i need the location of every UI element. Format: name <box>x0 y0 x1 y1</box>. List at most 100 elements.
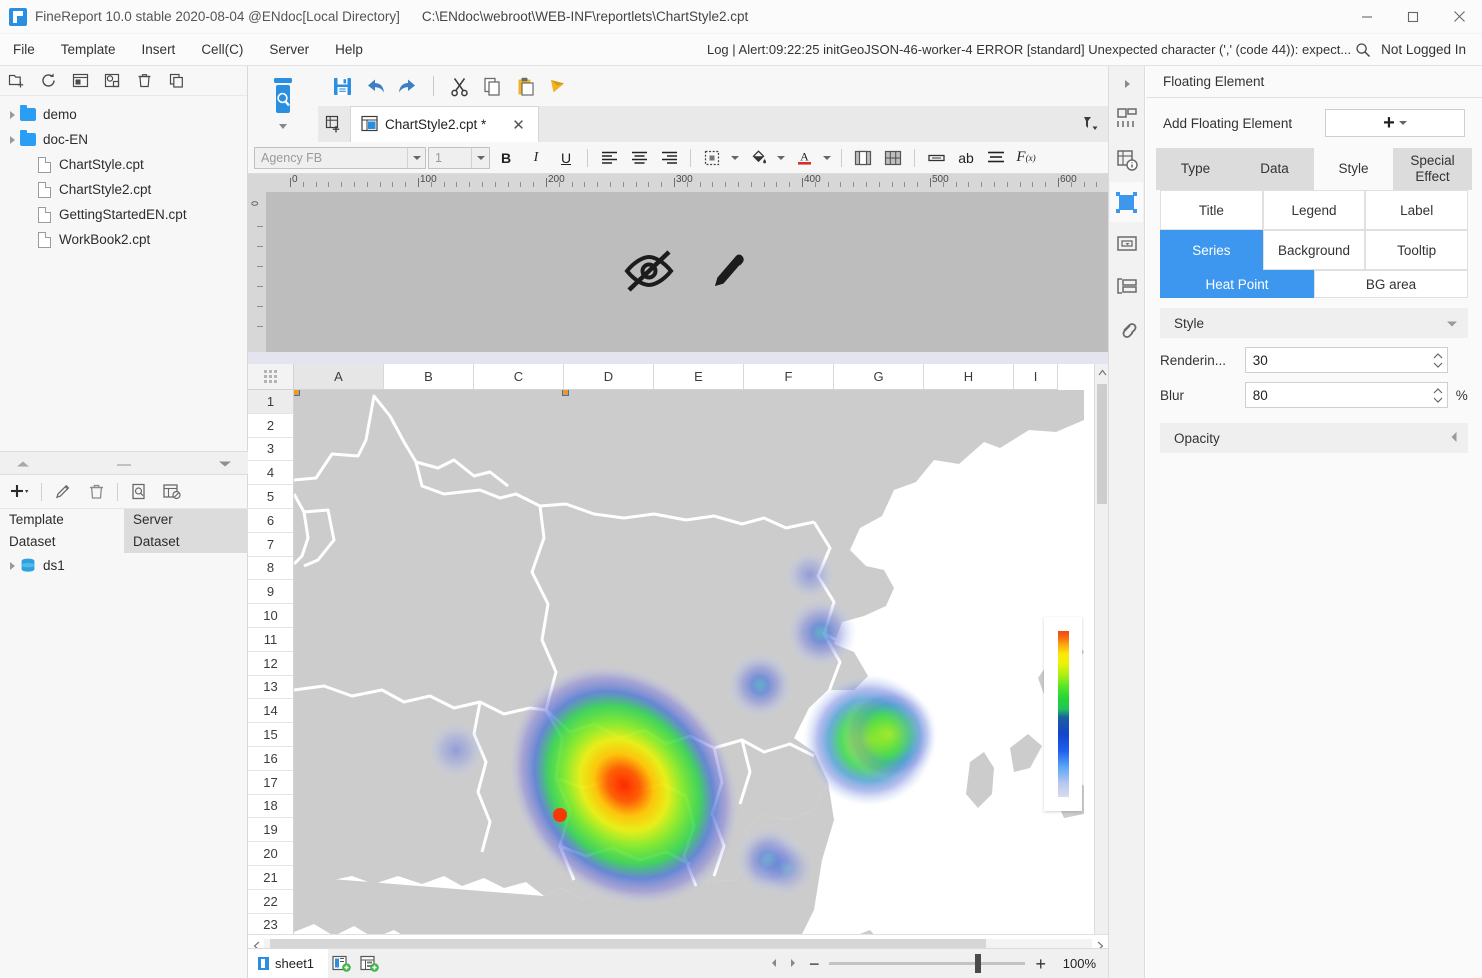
row-header-4[interactable]: 4 <box>248 461 294 486</box>
list-item[interactable]: ds1 <box>0 553 248 578</box>
column-header-i[interactable]: I <box>1014 364 1058 390</box>
chevron-down-icon[interactable] <box>820 145 834 171</box>
grid-content-area[interactable] <box>294 390 1084 978</box>
tab-heat-point[interactable]: Heat Point <box>1160 270 1314 298</box>
column-header-b[interactable]: B <box>384 364 474 390</box>
copy-icon[interactable] <box>166 71 186 91</box>
row-header-15[interactable]: 15 <box>248 723 294 747</box>
row-header-14[interactable]: 14 <box>248 699 294 724</box>
insert-row-icon[interactable] <box>922 145 950 171</box>
add-sheet-icon[interactable] <box>328 949 356 978</box>
log-alert-text[interactable]: Log | Alert:09:22:25 initGeoJSON-46-work… <box>707 42 1351 57</box>
save-icon[interactable] <box>328 72 356 100</box>
row-header-3[interactable]: 3 <box>248 437 294 462</box>
tab-template-dataset[interactable]: Template Dataset <box>0 509 124 553</box>
delete-icon[interactable] <box>84 480 108 504</box>
chevron-down-icon[interactable] <box>774 145 788 171</box>
chevron-left-icon[interactable] <box>1450 431 1458 446</box>
tab-list-dropdown-icon[interactable] <box>1082 115 1098 134</box>
row-header-21[interactable]: 21 <box>248 865 294 890</box>
delete-icon[interactable] <box>134 71 154 91</box>
text-wrap-icon[interactable]: ab <box>952 145 980 171</box>
zoom-next-icon[interactable] <box>787 956 799 971</box>
zoom-out-button[interactable]: − <box>806 955 823 973</box>
align-center-icon[interactable] <box>625 145 653 171</box>
tab-style[interactable]: Style <box>1314 148 1393 190</box>
menu-item-cell[interactable]: Cell(C) <box>188 34 256 66</box>
widget-settings-icon[interactable] <box>1110 224 1143 264</box>
menu-item-template[interactable]: Template <box>48 34 129 66</box>
cell-element-icon[interactable] <box>1110 140 1143 180</box>
row-header-19[interactable]: 19 <box>248 818 294 843</box>
zoom-in-button[interactable]: + <box>1032 955 1049 973</box>
floating-element-icon[interactable] <box>1110 182 1143 222</box>
minimize-icon[interactable] <box>1344 0 1390 34</box>
row-header-7[interactable]: 7 <box>248 532 294 557</box>
tab-series[interactable]: Series <box>1160 230 1263 270</box>
tree-item[interactable]: ChartStyle.cpt <box>0 152 247 177</box>
maximize-icon[interactable] <box>1390 0 1436 34</box>
row-header-8[interactable]: 8 <box>248 556 294 581</box>
row-header-18[interactable]: 18 <box>248 794 294 819</box>
underline-button[interactable]: U <box>552 145 580 171</box>
sheet-tab-sheet1[interactable]: sheet1 <box>248 948 329 978</box>
row-header-6[interactable]: 6 <box>248 508 294 533</box>
preview-template-button[interactable] <box>260 72 306 120</box>
tree-item[interactable]: doc-EN <box>0 127 247 152</box>
panel-splitter[interactable] <box>0 451 248 475</box>
row-header-5[interactable]: 5 <box>248 485 294 509</box>
expand-arrow-icon[interactable] <box>4 135 20 144</box>
dataset-config-icon[interactable] <box>160 480 184 504</box>
bold-button[interactable]: B <box>492 145 520 171</box>
border-icon[interactable] <box>698 145 726 171</box>
preview-dropdown-caret-icon[interactable] <box>279 124 287 129</box>
row-header-12[interactable]: 12 <box>248 651 294 676</box>
row-header-22[interactable]: 22 <box>248 889 294 914</box>
blur-input[interactable] <box>1245 383 1430 407</box>
chevron-down-icon[interactable] <box>1446 316 1458 331</box>
split-cells-icon[interactable] <box>879 145 907 171</box>
hyperlink-list-icon[interactable] <box>1110 266 1143 306</box>
cut-icon[interactable] <box>445 72 473 100</box>
add-floating-element-button[interactable]: + <box>1325 109 1465 137</box>
chevron-down-icon[interactable] <box>471 147 489 168</box>
column-header-e[interactable]: E <box>654 364 744 390</box>
zoom-slider[interactable] <box>829 954 1026 973</box>
fill-color-icon[interactable] <box>744 145 772 171</box>
add-sheet-tab-icon[interactable] <box>318 106 350 142</box>
menu-item-insert[interactable]: Insert <box>129 34 189 66</box>
line-spacing-icon[interactable] <box>982 145 1010 171</box>
column-header-g[interactable]: G <box>834 364 924 390</box>
row-header-9[interactable]: 9 <box>248 580 294 605</box>
expand-arrow-icon[interactable] <box>4 110 20 119</box>
tab-server-dataset[interactable]: Server Dataset <box>124 509 248 553</box>
column-header-c[interactable]: C <box>474 364 564 390</box>
expand-arrow-icon[interactable] <box>1112 72 1142 96</box>
eye-hidden-icon[interactable] <box>622 249 676 296</box>
row-header-17[interactable]: 17 <box>248 770 294 795</box>
tab-special-effect[interactable]: Special Effect <box>1393 148 1472 190</box>
rendering-input[interactable] <box>1245 348 1430 372</box>
opacity-section-header[interactable]: Opacity <box>1160 423 1468 453</box>
tab-background[interactable]: Background <box>1262 230 1366 270</box>
column-header-d[interactable]: D <box>564 364 654 390</box>
copy-icon[interactable] <box>478 72 506 100</box>
chart-resize-handle[interactable] <box>294 390 300 396</box>
scroll-up-icon[interactable] <box>1095 364 1109 380</box>
style-section-header[interactable]: Style <box>1160 308 1468 338</box>
row-header-10[interactable]: 10 <box>248 604 294 628</box>
font-color-icon[interactable]: A <box>790 145 818 171</box>
spinner-arrows-icon[interactable] <box>1430 383 1447 407</box>
row-header-1[interactable]: 1 <box>248 390 294 414</box>
row-header-13[interactable]: 13 <box>248 675 294 700</box>
format-painter-icon[interactable] <box>544 72 572 100</box>
italic-button[interactable]: I <box>522 145 550 171</box>
tree-item[interactable]: ChartStyle2.cpt <box>0 177 247 202</box>
zoom-slider-thumb[interactable] <box>975 954 982 973</box>
column-header-a[interactable]: A <box>294 364 384 390</box>
document-tab[interactable]: ChartStyle2.cpt * ✕ <box>350 106 539 142</box>
new-folder-icon[interactable] <box>6 71 26 91</box>
tree-item[interactable]: demo <box>0 102 247 127</box>
report-icon[interactable] <box>70 71 90 91</box>
splitter-collapse-down-icon[interactable] <box>218 456 232 471</box>
